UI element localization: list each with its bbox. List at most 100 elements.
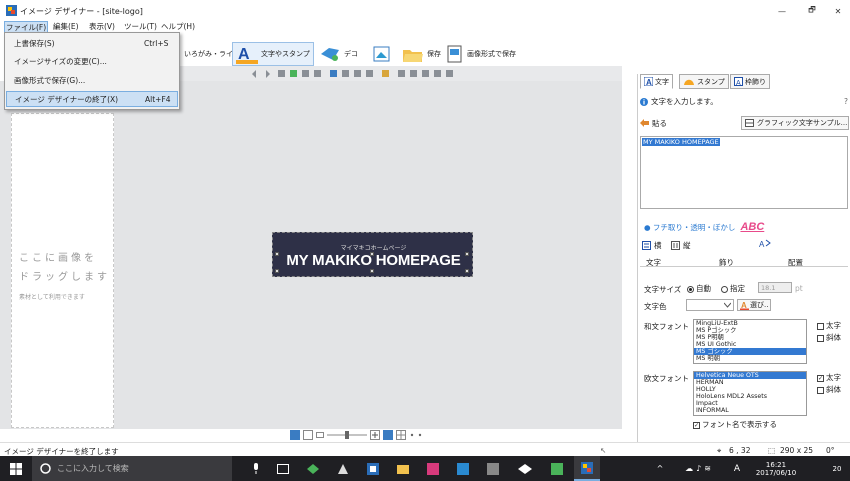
color-pick-button[interactable]: A 選び..: [737, 299, 772, 311]
ime-indicator[interactable]: A: [730, 456, 744, 481]
font-list-item[interactable]: MS 明朝: [694, 355, 806, 362]
resize-handle[interactable]: [465, 269, 469, 273]
notification-count: 20: [832, 464, 842, 473]
font-list-item[interactable]: INFORMAL: [694, 407, 806, 414]
taskbar-app-3[interactable]: [360, 456, 386, 481]
image-drop-panel[interactable]: ここに画像を ドラッグします 素材として利用できます: [11, 113, 114, 428]
font-list-item[interactable]: MS P明朝: [694, 334, 806, 341]
graphic-sample-button[interactable]: グラフィック文字サンプル...: [741, 116, 849, 130]
edit-tools-icons[interactable]: [120, 66, 622, 81]
taskbar-app-1[interactable]: [300, 456, 326, 481]
menu-item-shortcut: Alt+F4: [145, 94, 171, 104]
menu-view[interactable]: 表示(V): [88, 21, 116, 32]
font-list-item-selected[interactable]: MS ゴシック: [694, 348, 806, 355]
tray-icons[interactable]: ☁ ♪ ≋: [668, 456, 728, 481]
task-view-icon[interactable]: [270, 456, 296, 481]
font-list-item[interactable]: HoloLens MDL2 Assets: [694, 393, 806, 400]
save-image-label: 画像形式で保存: [467, 50, 516, 58]
close-button[interactable]: ✕: [826, 2, 850, 20]
size-auto-radio[interactable]: 自動: [687, 283, 711, 294]
image-insert-button[interactable]: [372, 42, 395, 66]
tab-waku[interactable]: A 枠飾り: [730, 74, 770, 89]
save-button[interactable]: 保存: [402, 42, 441, 66]
resize-handle[interactable]: [275, 252, 279, 256]
zoom-out-small-icon[interactable]: [316, 430, 324, 440]
show-font-name-checkbox[interactable]: ✓ フォント名で表示する: [693, 419, 777, 430]
text-input-value: MY MAKIKO HOMEPAGE: [642, 138, 720, 146]
menu-tools[interactable]: ツール(T): [123, 21, 158, 32]
bold-checkbox[interactable]: 太字: [817, 320, 841, 331]
clock[interactable]: 16:21 2017/06/10: [748, 456, 804, 481]
save-image-button[interactable]: 画像形式で保存: [446, 42, 516, 66]
sub-tab-layout[interactable]: 配置: [788, 257, 803, 268]
taskbar-app-9[interactable]: [544, 456, 570, 481]
fit-icon[interactable]: [290, 430, 300, 440]
font-list-item[interactable]: Impact: [694, 400, 806, 407]
font-list-item-selected[interactable]: Helvetica Neue OTS: [694, 372, 806, 379]
frame-tab-icon: A: [734, 77, 743, 86]
resize-handle[interactable]: [275, 269, 279, 273]
resize-handle[interactable]: [465, 252, 469, 256]
font-list-item[interactable]: MingLiU-ExtB: [694, 320, 806, 327]
tray-expand-icon[interactable]: ^: [655, 456, 665, 481]
taskbar-image-designer[interactable]: [574, 456, 600, 481]
material-note: 素材として利用できます: [19, 294, 85, 301]
color-select[interactable]: [686, 299, 734, 311]
taskbar-app-8[interactable]: [510, 456, 540, 481]
font-list-item[interactable]: MS UI Gothic: [694, 341, 806, 348]
maximize-button[interactable]: 🗗: [800, 2, 824, 20]
drop-hint-line2: ドラッグします: [19, 272, 110, 283]
vertical-option[interactable]: 縦: [671, 240, 691, 251]
font-list-item[interactable]: MS Pゴシック: [694, 327, 806, 334]
angle-readout: 0°: [826, 446, 835, 455]
taskbar-app-5[interactable]: [420, 456, 446, 481]
menu-edit[interactable]: 編集(E): [52, 21, 80, 32]
zoom-in-icon[interactable]: [370, 430, 380, 440]
japanese-font-list[interactable]: MingLiU-ExtB MS Pゴシック MS P明朝 MS UI Gothi…: [693, 319, 807, 364]
bold-label: 太字: [826, 321, 841, 330]
sub-tab-waku[interactable]: 飾り: [719, 257, 734, 268]
taskbar-app-6[interactable]: [450, 456, 476, 481]
taskbar-app-7[interactable]: [480, 456, 506, 481]
text-stamp-button[interactable]: A 文字やスタンプ: [232, 42, 314, 66]
sub-tab-moji[interactable]: 文字: [646, 257, 661, 268]
grid-icon[interactable]: [396, 430, 406, 440]
save-image-icon: [446, 44, 464, 64]
start-button[interactable]: [0, 456, 32, 481]
bold-checkbox-western[interactable]: ✓ 太字: [817, 372, 841, 383]
font-list-item[interactable]: HOLLY: [694, 386, 806, 393]
effect-row[interactable]: ● フチ取り・透明・ぼかし ABC: [644, 221, 764, 233]
size-fixed-radio[interactable]: 指定: [721, 283, 745, 294]
taskbar-app-2[interactable]: [330, 456, 356, 481]
font-list-item[interactable]: HERMAN: [694, 379, 806, 386]
menu-item-save-as-image[interactable]: 画像形式で保存(G)...: [6, 72, 178, 88]
text-input[interactable]: MY MAKIKO HOMEPAGE: [640, 136, 848, 209]
help-icon[interactable]: ?: [844, 97, 848, 106]
mic-icon[interactable]: [245, 456, 267, 481]
tab-moji[interactable]: A 文字: [640, 74, 673, 89]
zoom-slider[interactable]: [327, 430, 367, 440]
menu-item-exit[interactable]: イメージ デザイナーの終了(X) Alt+F4: [6, 91, 178, 107]
size-value-field[interactable]: 18.1: [758, 282, 792, 293]
notification-center[interactable]: 20: [826, 456, 848, 481]
menu-item-overwrite-save[interactable]: 上書保存(S) Ctrl+S: [6, 35, 178, 51]
deco-button[interactable]: デコ: [319, 42, 358, 66]
italic-checkbox-western[interactable]: 斜体: [817, 384, 841, 395]
taskbar-search[interactable]: ここに入力して検索: [32, 456, 232, 481]
menu-item-resize[interactable]: イメージサイズの変更(C)...: [6, 53, 178, 69]
western-font-list[interactable]: Helvetica Neue OTS HERMAN HOLLY HoloLens…: [693, 371, 807, 416]
resize-handle[interactable]: [370, 252, 374, 256]
logo-object[interactable]: マイマキコホームページ MY MAKIKO HOMEPAGE: [272, 232, 473, 277]
grid-view-icon[interactable]: [383, 430, 393, 440]
italic-checkbox[interactable]: 斜体: [817, 332, 841, 343]
zoom-out-icon[interactable]: [303, 430, 313, 440]
taskbar-app-4[interactable]: [390, 456, 416, 481]
minimize-button[interactable]: —: [770, 2, 794, 20]
resize-handle[interactable]: [370, 269, 374, 273]
grid-dots-icon[interactable]: [409, 430, 423, 440]
menu-help[interactable]: ヘルプ(H): [160, 21, 196, 32]
paste-button[interactable]: 貼る: [640, 116, 667, 130]
horizontal-option[interactable]: 横: [642, 240, 662, 251]
text-direction-icon[interactable]: A: [758, 238, 772, 250]
tab-stamp[interactable]: スタンプ: [679, 74, 729, 89]
